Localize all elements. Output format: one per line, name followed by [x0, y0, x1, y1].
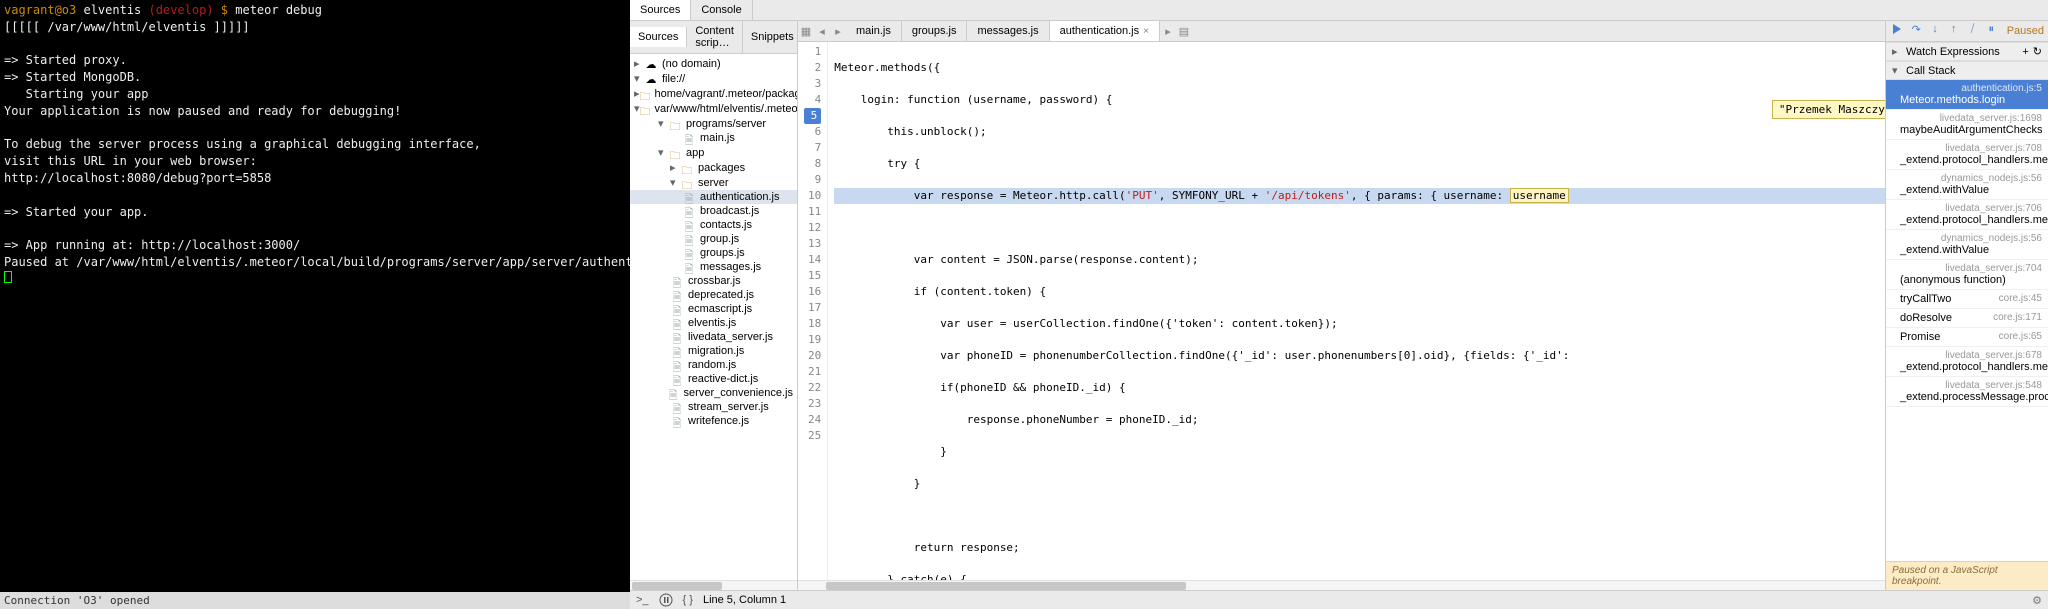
stack-frame[interactable]: dynamics_nodejs.js:56_extend.withValue: [1886, 170, 2048, 200]
deactivate-bp-icon[interactable]: ⧸: [1965, 23, 1980, 39]
stack-frame[interactable]: livedata_server.js:1698maybeAuditArgumen…: [1886, 110, 2048, 140]
prompt-user: vagrant@o3: [4, 3, 76, 17]
prev-file-icon[interactable]: ◂: [814, 25, 830, 38]
terminal-cursor: [4, 271, 12, 283]
editor-scrollbar[interactable]: [798, 580, 1885, 590]
value-tooltip: "Przemek Maszczynski": [1772, 100, 1885, 119]
stack-frame[interactable]: livedata_server.js:706_extend.protocol_h…: [1886, 200, 2048, 230]
watch-expressions-header[interactable]: Watch Expressions: [1906, 46, 2000, 58]
call-stack-header[interactable]: Call Stack: [1906, 65, 1956, 77]
terminal-status-bar: Connection 'O3' opened: [0, 592, 630, 609]
prompt-branch: (develop): [149, 3, 214, 17]
format-icon[interactable]: ▤: [1176, 25, 1192, 38]
variable-username[interactable]: username: [1510, 188, 1569, 203]
tab-sources-top[interactable]: Sources: [630, 0, 691, 20]
next-file-icon[interactable]: ▸: [830, 25, 846, 38]
breakpoint-message: Paused on a JavaScript breakpoint.: [1886, 561, 2048, 590]
tab-snippets[interactable]: Snippets: [743, 27, 803, 47]
breakpoint-line-5[interactable]: 5: [804, 108, 821, 124]
stack-frame[interactable]: authentication.js:5Meteor.methods.login: [1886, 80, 2048, 110]
nav-scrollbar[interactable]: [630, 580, 797, 590]
paused-label: Paused: [2007, 25, 2044, 37]
step-out-icon[interactable]: ↑: [1946, 23, 1961, 39]
tab-console-top[interactable]: Console: [691, 0, 752, 20]
file-authentication: 🗎authentication.js: [630, 190, 797, 204]
step-over-icon[interactable]: ↷: [1909, 23, 1924, 39]
editor-tab-messages: messages.js: [967, 21, 1049, 41]
settings-gear-icon[interactable]: ⚙: [2032, 594, 2042, 607]
close-icon[interactable]: ×: [1143, 26, 1149, 37]
stack-frame[interactable]: core.js:45tryCallTwo: [1886, 290, 2048, 309]
stack-frame[interactable]: livedata_server.js:704(anonymous functio…: [1886, 260, 2048, 290]
stack-frame[interactable]: livedata_server.js:678_extend.protocol_h…: [1886, 347, 2048, 377]
resume-icon[interactable]: [1890, 23, 1905, 39]
terminal-command: meteor debug: [235, 3, 322, 17]
devtools-top-tabs: Sources Console: [630, 0, 2048, 21]
code-editor[interactable]: 1234 5 678910 1112131415 1617181920 2122…: [798, 42, 1885, 580]
stack-frame[interactable]: core.js:65Promise: [1886, 328, 2048, 347]
pause-button-icon[interactable]: [659, 593, 673, 607]
editor-tab-authentication: authentication.js×: [1050, 21, 1160, 41]
cursor-position: Line 5, Column 1: [703, 594, 786, 606]
console-toggle-icon[interactable]: >_: [636, 594, 649, 606]
step-into-icon[interactable]: ↓: [1928, 23, 1943, 39]
terminal-pane: vagrant@o3 elventis (develop) $ meteor d…: [0, 0, 630, 609]
stack-frame[interactable]: livedata_server.js:548_extend.processMes…: [1886, 377, 2048, 407]
devtools-statusbar: >_ { } Line 5, Column 1 ⚙: [630, 590, 2048, 609]
more-tabs-icon[interactable]: ▸: [1160, 25, 1176, 38]
stack-frame[interactable]: dynamics_nodejs.js:56_extend.withValue: [1886, 230, 2048, 260]
file-navigator[interactable]: ▸☁︎(no domain) ▾☁︎file:// ▸🗀home/vagrant…: [630, 54, 797, 580]
editor-tab-groups: groups.js: [902, 21, 968, 41]
refresh-watch-icon[interactable]: ↻: [2033, 45, 2042, 58]
add-watch-icon[interactable]: +: [2022, 46, 2028, 58]
stack-frame[interactable]: livedata_server.js:708_extend.protocol_h…: [1886, 140, 2048, 170]
tab-sources[interactable]: Sources: [630, 27, 687, 47]
tab-content-scripts[interactable]: Content scrip…: [687, 21, 743, 53]
open-file-icon[interactable]: ▦: [798, 25, 814, 38]
stack-frame[interactable]: core.js:171doResolve: [1886, 309, 2048, 328]
pause-exc-icon[interactable]: ⏸: [1984, 23, 1999, 39]
terminal-output: vagrant@o3 elventis (develop) $ meteor d…: [0, 0, 630, 592]
call-stack[interactable]: authentication.js:5Meteor.methods.loginl…: [1886, 80, 2048, 561]
editor-tab-main: main.js: [846, 21, 902, 41]
devtools-pane: Sources Console Sources Content scrip… S…: [630, 0, 2048, 609]
pretty-print-icon[interactable]: { }: [683, 594, 693, 606]
